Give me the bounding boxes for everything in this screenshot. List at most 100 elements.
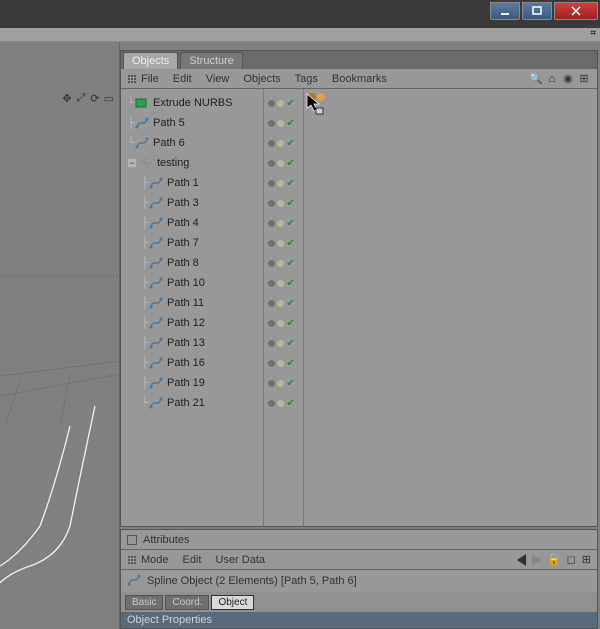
menu-bookmarks[interactable]: Bookmarks: [332, 73, 387, 85]
tree-item-group[interactable]: − testing: [121, 153, 263, 173]
visibility-dots[interactable]: ✔: [264, 133, 303, 153]
menu-tags[interactable]: Tags: [295, 73, 318, 85]
visibility-dots[interactable]: ✔: [264, 233, 303, 253]
eye-icon[interactable]: ◉: [561, 72, 575, 86]
spline-icon: [149, 356, 163, 370]
search-icon[interactable]: 🔍: [529, 72, 543, 86]
tree-label: Path 1: [167, 177, 199, 189]
viewport[interactable]: ✥ ⤢ ⟳ ▭: [0, 42, 120, 629]
tree-item[interactable]: ├Path 1: [121, 173, 263, 193]
tree-label: Path 8: [167, 257, 199, 269]
tree-item[interactable]: ├Path 10: [121, 273, 263, 293]
history-forward-icon[interactable]: [532, 554, 541, 566]
tree-item[interactable]: ├Path 4: [121, 213, 263, 233]
tree-item[interactable]: ├Path 8: [121, 253, 263, 273]
grip-icon[interactable]: [127, 74, 137, 84]
visibility-dots[interactable]: ✔: [264, 193, 303, 213]
viewport-rotate-icon[interactable]: ⟳: [89, 92, 101, 104]
tree-label: Path 21: [167, 397, 205, 409]
spline-icon: [135, 136, 149, 150]
tree-item[interactable]: ├Path 3: [121, 193, 263, 213]
tree-item[interactable]: ├Path 16: [121, 353, 263, 373]
attr-tab-coord[interactable]: Coord.: [165, 595, 209, 610]
viewport-zoom-icon[interactable]: ⤢: [75, 92, 87, 104]
tree-item-extrude-nurbs[interactable]: └ Extrude NURBS: [121, 93, 263, 113]
visibility-dots[interactable]: ✔: [264, 393, 303, 413]
plus-icon[interactable]: ⊞: [582, 553, 591, 566]
attributes-title: Attributes: [143, 534, 189, 546]
window-close-button[interactable]: [554, 2, 598, 20]
visibility-dots[interactable]: ✔: [264, 93, 303, 113]
object-manager: Objects Structure File Edit View Objects…: [120, 50, 598, 527]
visibility-dots[interactable]: ✔: [264, 213, 303, 233]
menu-edit[interactable]: Edit: [173, 73, 192, 85]
window-minimize-button[interactable]: [490, 2, 520, 20]
tree-label: testing: [157, 157, 189, 169]
spline-icon: [149, 336, 163, 350]
spline-icon: [149, 396, 163, 410]
lock-icon[interactable]: 🔓: [547, 553, 561, 566]
spline-icon: [149, 236, 163, 250]
visibility-dots[interactable]: ✔: [264, 313, 303, 333]
spline-icon: [149, 296, 163, 310]
tree-label: Path 12: [167, 317, 205, 329]
visibility-dots[interactable]: ✔: [264, 353, 303, 373]
plus-icon[interactable]: ⊞: [577, 72, 591, 86]
visibility-dots[interactable]: ✔: [264, 333, 303, 353]
new-icon[interactable]: ◻: [567, 553, 576, 566]
tags-column: [303, 89, 597, 526]
menu-objects[interactable]: Objects: [243, 73, 280, 85]
tree-label: Path 19: [167, 377, 205, 389]
menu-view[interactable]: View: [206, 73, 230, 85]
visibility-dots[interactable]: ✔: [264, 113, 303, 133]
window-titlebar: [0, 0, 600, 28]
viewport-frame-icon[interactable]: ▭: [103, 92, 115, 104]
tree-item[interactable]: └Path 21: [121, 393, 263, 413]
menu-file[interactable]: File: [141, 73, 159, 85]
visibility-dots[interactable]: ✔: [264, 373, 303, 393]
panel-tabs: Objects Structure: [121, 51, 597, 69]
visibility-dots[interactable]: ✔: [264, 293, 303, 313]
tree-item[interactable]: ├Path 7: [121, 233, 263, 253]
attributes-object-line: Spline Object (2 Elements) [Path 5, Path…: [147, 575, 357, 587]
tree-item[interactable]: ├Path 19: [121, 373, 263, 393]
lock-icon[interactable]: ⌗: [590, 28, 596, 41]
visibility-dots[interactable]: ✔: [264, 173, 303, 193]
tree-label: Path 7: [167, 237, 199, 249]
tab-structure[interactable]: Structure: [180, 52, 243, 69]
attributes-panel: Attributes Mode Edit User Data 🔓 ◻ ⊞: [120, 529, 598, 629]
extrude-nurbs-icon: [135, 96, 149, 110]
tree-label: Extrude NURBS: [153, 97, 232, 109]
attr-tab-basic[interactable]: Basic: [125, 595, 163, 610]
tree-item[interactable]: ├ Path 5: [121, 113, 263, 133]
tree-item[interactable]: ├Path 13: [121, 333, 263, 353]
attr-tab-object[interactable]: Object: [211, 595, 254, 610]
tree-item[interactable]: └ Path 6: [121, 133, 263, 153]
window-maximize-button[interactable]: [522, 2, 552, 20]
grip-icon[interactable]: [127, 555, 137, 565]
history-back-icon[interactable]: [517, 554, 526, 566]
viewport-move-icon[interactable]: ✥: [61, 92, 73, 104]
visibility-dots[interactable]: ✔: [264, 153, 303, 173]
tree-item[interactable]: ├Path 12: [121, 313, 263, 333]
spline-icon: [149, 256, 163, 270]
tree-item[interactable]: ├Path 11: [121, 293, 263, 313]
spline-icon: [149, 216, 163, 230]
tree-label: Path 3: [167, 197, 199, 209]
visibility-dots[interactable]: ✔: [264, 273, 303, 293]
phong-tag-icon[interactable]: [308, 93, 593, 101]
attr-menu-userdata[interactable]: User Data: [216, 554, 266, 566]
null-icon: [139, 156, 153, 170]
tree-label: Path 4: [167, 217, 199, 229]
attr-menu-edit[interactable]: Edit: [183, 554, 202, 566]
hierarchy-tree[interactable]: └ Extrude NURBS ├ Path 5 └: [121, 89, 263, 526]
checkbox-icon[interactable]: [127, 535, 137, 545]
visibility-dots[interactable]: ✔: [264, 253, 303, 273]
tree-label: Path 10: [167, 277, 205, 289]
tab-objects[interactable]: Objects: [123, 52, 178, 69]
spline-icon: [127, 573, 141, 590]
attr-menu-mode[interactable]: Mode: [141, 554, 169, 566]
home-icon[interactable]: ⌂: [545, 72, 559, 86]
tree-label: Path 13: [167, 337, 205, 349]
collapse-icon[interactable]: −: [127, 158, 137, 168]
